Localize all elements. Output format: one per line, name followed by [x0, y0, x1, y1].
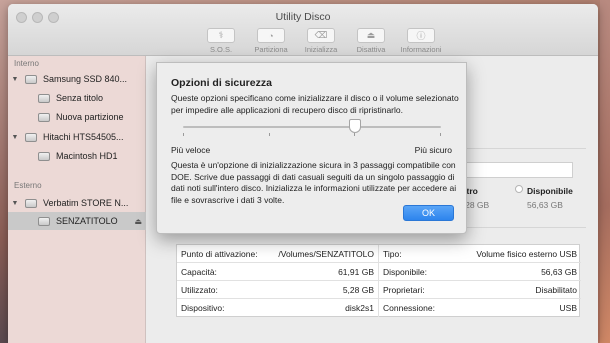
unmount-icon: ⏏: [357, 28, 385, 43]
info-cell: Tipo: Volume fisico esterno USB: [379, 245, 581, 263]
security-slider[interactable]: [183, 126, 441, 128]
eject-icon[interactable]: ⏏: [134, 217, 142, 226]
toolbar-label: S.O.S.: [209, 45, 233, 54]
info-value: Volume fisico esterno USB: [476, 248, 577, 259]
usage-bar: [458, 162, 573, 178]
sidebar-item-label: Hitachi HTS54505...: [43, 132, 124, 142]
info-key: Capacità:: [181, 266, 217, 277]
slider-min-label: Più veloce: [171, 145, 211, 155]
slider-tick: [183, 133, 184, 136]
info-key: Punto di attivazione:: [181, 248, 258, 259]
info-key: Proprietari:: [383, 284, 425, 295]
toolbar-info[interactable]: ⓘ Informazioni: [398, 28, 444, 56]
dialog-title: Opzioni di sicurezza: [171, 77, 272, 89]
erase-icon: ⌫: [307, 28, 335, 43]
toolbar-unmount[interactable]: ⏏ Disattiva: [348, 28, 394, 56]
usage-free-swatch: [515, 185, 523, 193]
info-cell: Utilizzato: 5,28 GB: [177, 281, 379, 299]
sidebar-item-label: Samsung SSD 840...: [43, 74, 128, 84]
info-cell: Capacità: 61,91 GB: [177, 263, 379, 281]
drive-icon: [25, 198, 37, 208]
sidebar-item-verbatim[interactable]: ▼ Verbatim STORE N...: [8, 194, 146, 212]
partition-icon: ◔: [257, 28, 285, 43]
sidebar-item-label: Verbatim STORE N...: [43, 198, 129, 208]
slider-tick: [269, 133, 270, 136]
sidebar-item-samsung-ssd[interactable]: ▼ Samsung SSD 840...: [8, 70, 146, 88]
slider-tick: [354, 133, 355, 136]
info-cell: Proprietari: Disabilitato: [379, 281, 581, 299]
info-cell: Punto di attivazione: /Volumes/SENZATITO…: [177, 245, 379, 263]
info-value: USB: [559, 303, 577, 313]
info-key: Utilizzato:: [181, 284, 218, 295]
sidebar-item-label: SENZATITOLO: [56, 216, 118, 226]
info-key: Disponibile:: [383, 266, 427, 277]
window-title: Utility Disco: [275, 11, 331, 23]
volume-icon: [38, 112, 50, 122]
info-key: Dispositivo:: [181, 303, 225, 313]
info-cell: Dispositivo: disk2s1: [177, 299, 379, 317]
disclosure-triangle-icon[interactable]: ▼: [10, 76, 20, 83]
usage-free-value: 56,63 GB: [527, 200, 563, 210]
dialog-option-description: Questa è un'opzione di inizializzazione …: [171, 160, 457, 205]
sidebar-item-macintosh-hd1[interactable]: Macintosh HD1: [8, 147, 146, 165]
toolbar-erase[interactable]: ⌫ Inizializza: [298, 28, 344, 56]
info-key: Connessione:: [383, 303, 435, 313]
disclosure-triangle-icon[interactable]: ▼: [10, 134, 20, 141]
info-icon: ⓘ: [407, 28, 435, 43]
drive-icon: [25, 74, 37, 84]
volume-icon: [38, 216, 50, 226]
info-value: 5,28 GB: [342, 284, 374, 295]
slider-max-label: Più sicuro: [414, 145, 452, 155]
stethoscope-icon: ⚕: [207, 28, 235, 43]
usage-free-label: Disponibile: [527, 186, 573, 196]
slider-tick: [440, 133, 441, 136]
desktop-right: [600, 0, 610, 343]
dialog-description: Queste opzioni specificano come iniziali…: [171, 93, 459, 115]
info-value: Disabilitato: [535, 284, 577, 295]
volume-info-table: Punto di attivazione: /Volumes/SENZATITO…: [176, 244, 581, 317]
drive-icon: [25, 132, 37, 142]
disclosure-triangle-icon[interactable]: ▼: [10, 200, 20, 207]
info-value: 61,91 GB: [338, 266, 374, 277]
sidebar-item-senza-titolo[interactable]: Senza titolo: [8, 89, 146, 107]
slider-knob[interactable]: [349, 119, 362, 133]
info-cell: Disponibile: 56,63 GB: [379, 263, 581, 281]
disk-utility-window: Utility Disco ⚕ S.O.S. ◔ Partiziona ⌫ In…: [8, 4, 598, 343]
toolbar: ⚕ S.O.S. ◔ Partiziona ⌫ Inizializza ⏏ Di…: [198, 28, 444, 56]
info-value: 56,63 GB: [541, 266, 577, 277]
toolbar-label: Disattiva: [356, 45, 386, 54]
sidebar-item-nuova-partizione[interactable]: Nuova partizione: [8, 108, 146, 126]
sidebar: Interno ▼ Samsung SSD 840... Senza titol…: [8, 56, 146, 343]
toolbar-label: Partiziona: [254, 45, 288, 54]
sidebar-item-label: Nuova partizione: [56, 112, 124, 122]
titlebar: Utility Disco ⚕ S.O.S. ◔ Partiziona ⌫ In…: [8, 4, 598, 56]
sidebar-item-senzatitolo[interactable]: SENZATITOLO ⏏: [8, 212, 146, 230]
toolbar-label: Inizializza: [304, 45, 338, 54]
sidebar-item-hitachi[interactable]: ▼ Hitachi HTS54505...: [8, 128, 146, 146]
info-value: /Volumes/SENZATITOLO: [278, 248, 374, 259]
sidebar-item-label: Macintosh HD1: [56, 151, 118, 161]
security-options-dialog: Opzioni di sicurezza Queste opzioni spec…: [156, 62, 467, 234]
info-value: disk2s1: [345, 303, 374, 313]
toolbar-label: Informazioni: [400, 45, 442, 54]
toolbar-first-aid[interactable]: ⚕ S.O.S.: [198, 28, 244, 56]
volume-icon: [38, 93, 50, 103]
sidebar-item-label: Senza titolo: [56, 93, 104, 103]
volume-icon: [38, 151, 50, 161]
sidebar-header-internal: Interno: [14, 59, 39, 68]
sidebar-header-external: Esterno: [14, 181, 42, 190]
toolbar-partition[interactable]: ◔ Partiziona: [248, 28, 294, 56]
info-key: Tipo:: [383, 248, 402, 259]
ok-button[interactable]: OK: [403, 205, 454, 221]
info-cell: Connessione: USB: [379, 299, 581, 317]
